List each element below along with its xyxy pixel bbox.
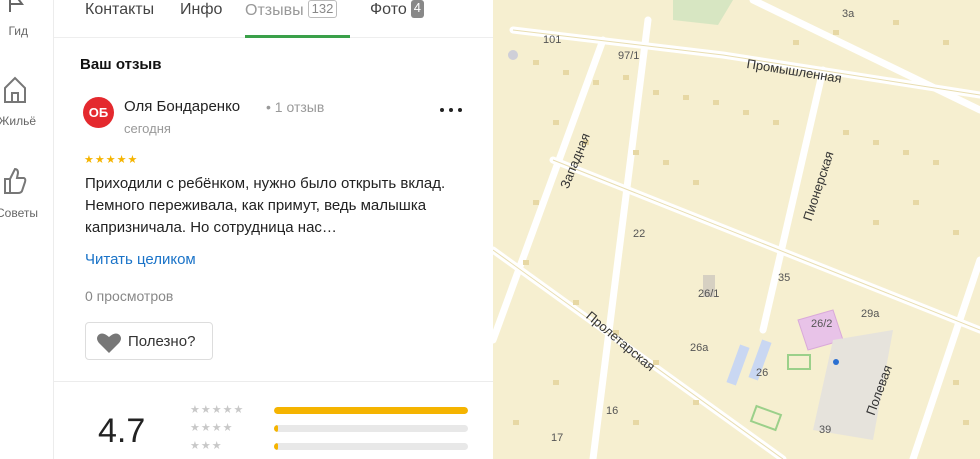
rating-bar-fill bbox=[274, 407, 468, 414]
map[interactable]: 3а 101 97/1 22 35 26/1 26/2 29а 26а 26 1… bbox=[493, 0, 980, 459]
place-marker-dot[interactable] bbox=[833, 359, 839, 365]
views-count: 0 просмотров bbox=[85, 288, 174, 304]
organization-panel: Контакты Инфо Отзывы 132 Фото 4 Ваш отзыв … bbox=[54, 0, 493, 459]
rating-bar-fill bbox=[274, 443, 278, 450]
house-number: 3а bbox=[842, 8, 855, 20]
road-top bbox=[749, 0, 980, 114]
left-rail: Гид Жильё Советы bbox=[0, 0, 54, 459]
read-more-link[interactable]: Читать целиком bbox=[85, 251, 196, 268]
avatar[interactable]: ОБ bbox=[83, 97, 114, 128]
tab-label: Отзывы bbox=[245, 2, 304, 19]
house-number: 101 bbox=[543, 34, 562, 46]
useful-button-label: Полезно? bbox=[128, 333, 196, 350]
tab-info[interactable]: Инфо bbox=[180, 0, 222, 38]
photos-count-badge: 4 bbox=[410, 0, 424, 18]
park-area bbox=[673, 0, 733, 25]
thumbs-up-icon bbox=[4, 167, 27, 194]
more-options-button[interactable] bbox=[439, 102, 463, 120]
house-number: 29а bbox=[861, 308, 880, 320]
rail-item-label: Жильё bbox=[0, 114, 36, 128]
house-number: 22 bbox=[633, 228, 646, 240]
rail-item-housing[interactable]: Жильё bbox=[0, 70, 53, 128]
sport-field-1 bbox=[787, 354, 811, 370]
rail-item-tips[interactable]: Советы bbox=[0, 160, 53, 220]
road-polevaya bbox=[909, 256, 980, 459]
tab-contacts[interactable]: Контакты bbox=[85, 0, 154, 38]
review-rating-stars: ★★★★★ bbox=[84, 154, 139, 166]
poi-icon[interactable] bbox=[508, 50, 518, 60]
map-canvas[interactable] bbox=[493, 0, 980, 459]
more-dots-icon bbox=[440, 108, 462, 112]
tab-label: Фото bbox=[370, 1, 407, 18]
heart-icon bbox=[97, 333, 121, 353]
tab-photos[interactable]: Фото 4 bbox=[370, 0, 424, 38]
rail-item-label: Советы bbox=[0, 206, 38, 220]
reviews-count-badge: 132 bbox=[307, 0, 338, 18]
rating-bar bbox=[274, 443, 468, 450]
rail-item-guide[interactable]: Гид bbox=[0, 0, 53, 56]
author-review-count: • 1 отзыв bbox=[266, 99, 325, 115]
tab-bar: Контакты Инфо Отзывы 132 Фото 4 bbox=[54, 0, 493, 38]
review-text: Приходили с ребёнком, нужно было открыть… bbox=[85, 175, 446, 236]
review-date: сегодня bbox=[124, 121, 171, 136]
house-number: 16 bbox=[606, 405, 619, 417]
rail-item-label: Гид bbox=[8, 24, 28, 38]
sport-field-2 bbox=[749, 404, 783, 432]
review-heading: Ваш отзыв bbox=[80, 56, 162, 73]
house-number: 26/2 bbox=[811, 318, 833, 330]
rating-bar bbox=[274, 425, 468, 432]
road-zapadnaya bbox=[493, 36, 607, 344]
divider bbox=[54, 381, 493, 382]
rating-row-stars: ★★★ bbox=[190, 440, 223, 452]
house-number: 26а bbox=[690, 342, 709, 354]
house-number: 35 bbox=[778, 272, 791, 284]
building-26-a bbox=[726, 344, 750, 386]
house-number: 39 bbox=[819, 424, 832, 436]
author-name[interactable]: Оля Бондаренко bbox=[124, 98, 240, 115]
house-number: 26/1 bbox=[698, 288, 720, 300]
house-number: 97/1 bbox=[618, 50, 640, 62]
rating-row-stars: ★★★★★ bbox=[190, 404, 245, 416]
tab-label: Инфо bbox=[180, 1, 223, 18]
tab-reviews[interactable]: Отзывы 132 bbox=[245, 0, 350, 38]
rating-bar-fill bbox=[274, 425, 278, 432]
useful-button[interactable]: Полезно? bbox=[85, 322, 213, 360]
rating-value: 4.7 bbox=[98, 412, 146, 450]
flag-icon bbox=[9, 0, 24, 12]
house-number: 26 bbox=[756, 367, 769, 379]
rating-row-stars: ★★★★ bbox=[190, 422, 234, 434]
tab-label: Контакты bbox=[85, 1, 155, 18]
rating-bar bbox=[274, 407, 468, 414]
house-number: 17 bbox=[551, 432, 564, 444]
house-icon bbox=[4, 76, 26, 103]
